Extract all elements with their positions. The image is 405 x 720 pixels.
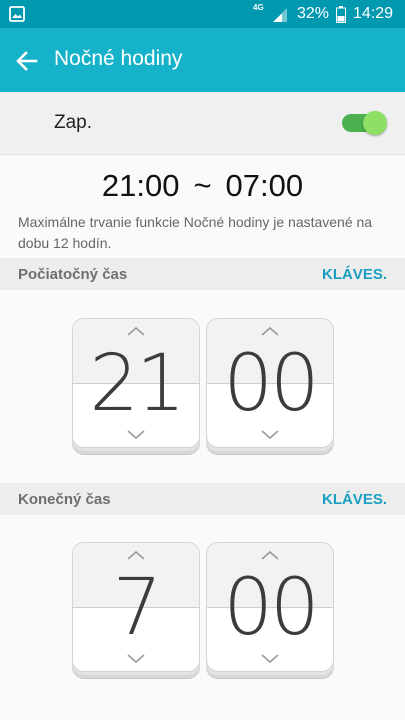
master-toggle[interactable]	[342, 111, 387, 135]
range-end: 07:00	[225, 168, 304, 203]
end-minute-value[interactable]: 00	[207, 563, 333, 653]
start-hour-up-icon[interactable]	[126, 325, 146, 337]
start-minute-down-icon[interactable]	[260, 429, 280, 441]
page-title: Nočné hodiny	[54, 47, 183, 70]
network-type: 4G	[253, 3, 264, 12]
end-hour-down-icon[interactable]	[126, 653, 146, 665]
end-hour-up-icon[interactable]	[126, 549, 146, 561]
status-bar: 4G 32% 14:29	[0, 0, 405, 28]
range-separator: ~	[193, 168, 212, 203]
end-minute-up-icon[interactable]	[260, 549, 280, 561]
start-hour-spinner[interactable]: 21	[72, 318, 200, 448]
end-time-title: Konečný čas	[18, 491, 111, 508]
app-bar: Nočné hodiny	[0, 28, 405, 92]
duration-description: Maximálne trvanie funkcie Nočné hodiny j…	[18, 214, 373, 251]
range-start: 21:00	[101, 168, 180, 203]
time-range-summary: 21:00 ~07:00	[0, 168, 405, 204]
end-time-header: Konečný čas KLÁVES.	[0, 483, 405, 515]
end-keyboard-button[interactable]: KLÁVES.	[322, 491, 387, 508]
battery-percentage: 32%	[297, 5, 330, 22]
start-minute-up-icon[interactable]	[260, 325, 280, 337]
status-clock: 14:29	[353, 5, 394, 22]
toggle-knob	[363, 111, 387, 135]
start-minute-spinner[interactable]: 00	[206, 318, 334, 448]
end-minute-down-icon[interactable]	[260, 653, 280, 665]
arrow-back-icon	[16, 51, 38, 71]
start-hour-down-icon[interactable]	[126, 429, 146, 441]
signal-icon	[273, 8, 287, 22]
end-hour-spinner[interactable]: 7	[72, 542, 200, 672]
back-button[interactable]	[10, 44, 44, 78]
end-minute-spinner[interactable]: 00	[206, 542, 334, 672]
start-keyboard-button[interactable]: KLÁVES.	[322, 266, 387, 283]
start-time-title: Počiatočný čas	[18, 266, 128, 283]
start-hour-value[interactable]: 21	[73, 339, 199, 429]
master-switch-label: Zap.	[54, 112, 93, 133]
start-time-header: Počiatočný čas KLÁVES.	[0, 258, 405, 290]
battery-icon	[336, 6, 346, 23]
end-hour-value[interactable]: 7	[73, 563, 199, 653]
gallery-notification-icon	[9, 6, 25, 22]
start-minute-value[interactable]: 00	[207, 339, 333, 429]
